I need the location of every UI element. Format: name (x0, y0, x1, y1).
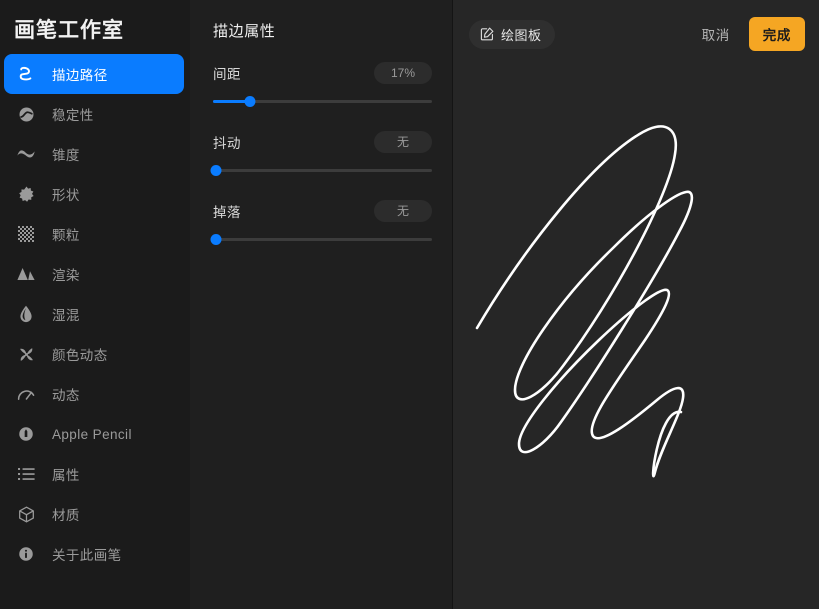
info-circle-icon (14, 542, 38, 566)
sidebar-item-render[interactable]: 渲染 (4, 254, 184, 294)
drawing-board-button[interactable]: 绘图板 (469, 19, 555, 49)
brush-stroke-preview (475, 125, 694, 478)
wet-mix-droplet-icon (14, 302, 38, 326)
stabilization-icon (14, 102, 38, 126)
slider-header: 掉落 无 (213, 199, 432, 223)
slider-thumb[interactable] (244, 96, 256, 107)
sidebar-item-properties[interactable]: 属性 (4, 454, 184, 494)
sidebar-item-shape[interactable]: 形状 (4, 174, 184, 214)
color-dynamics-pinwheel-icon (14, 342, 38, 366)
slider-thumb[interactable] (210, 165, 222, 176)
sidebar-item-about-brush[interactable]: 关于此画笔 (4, 534, 184, 574)
render-mountains-icon (14, 262, 38, 286)
slider-label: 掉落 (213, 205, 241, 220)
slider-thumb[interactable] (210, 234, 222, 245)
sidebar-item-label: 颗粒 (52, 228, 80, 244)
sidebar-item-label: 属性 (52, 468, 80, 484)
drawing-board-label: 绘图板 (501, 27, 542, 43)
properties-panel-title: 描边属性 (213, 23, 276, 40)
brush-preview-canvas[interactable]: 绘图板 取消 完成 (453, 0, 819, 609)
slider-header: 抖动 无 (213, 130, 432, 154)
material-cube-icon (14, 502, 38, 526)
slider-row-jitter: 抖动 无 (210, 130, 432, 177)
sidebar-item-stroke-path[interactable]: 描边路径 (4, 54, 184, 95)
cancel-button[interactable]: 取消 (692, 18, 740, 50)
canvas-toolbar: 绘图板 取消 完成 (453, 0, 819, 68)
sidebar: 画笔工作室 描边路径 稳定性 锥度 形状 颗粒 渲染 湿混 颜色动态 动态 Ap… (0, 0, 190, 609)
sidebar-item-label: Apple Pencil (52, 426, 132, 442)
slider-value-badge: 无 (374, 131, 432, 153)
slider-spacing[interactable] (213, 96, 432, 108)
sidebar-item-label: 渲染 (52, 268, 80, 284)
slider-track (213, 238, 432, 241)
sidebar-item-label: 湿混 (52, 308, 80, 324)
sidebar-item-label: 形状 (52, 188, 80, 204)
sidebar-item-material[interactable]: 材质 (4, 494, 184, 534)
sidebar-item-label: 关于此画笔 (52, 548, 122, 564)
slider-jitter[interactable] (210, 165, 432, 177)
sidebar-item-label: 颜色动态 (52, 348, 108, 364)
slider-header: 间距 17% (213, 61, 432, 85)
shape-star-icon (14, 182, 38, 206)
sidebar-nav-list: 描边路径 稳定性 锥度 形状 颗粒 渲染 湿混 颜色动态 动态 Apple Pe… (0, 54, 190, 574)
sidebar-item-label: 锥度 (52, 148, 80, 164)
slider-row-spacing: 间距 17% (213, 61, 432, 108)
sidebar-item-grain[interactable]: 颗粒 (4, 214, 184, 254)
page-title: 画笔工作室 (14, 19, 124, 42)
slider-row-fall-off: 掉落 无 (210, 199, 432, 246)
sidebar-item-dynamics[interactable]: 动态 (4, 374, 184, 414)
taper-wave-icon (14, 142, 38, 166)
properties-list-icon (14, 462, 38, 486)
apple-pencil-icon (14, 422, 38, 446)
sidebar-item-label: 描边路径 (52, 68, 108, 84)
slider-label: 抖动 (213, 136, 241, 151)
sidebar-item-color-dynamics[interactable]: 颜色动态 (4, 334, 184, 374)
stroke-properties-panel: 描边属性 间距 17% 抖动 无 掉落 无 (190, 0, 453, 609)
sidebar-item-taper[interactable]: 锥度 (4, 134, 184, 174)
done-button[interactable]: 完成 (748, 17, 805, 51)
grain-dots-icon (14, 222, 38, 246)
slider-track (213, 169, 432, 172)
slider-fall-off[interactable] (210, 234, 432, 246)
sidebar-item-label: 动态 (52, 388, 80, 404)
stroke-path-icon (14, 62, 38, 86)
sidebar-item-label: 稳定性 (52, 108, 94, 124)
sidebar-item-apple-pencil[interactable]: Apple Pencil (4, 414, 184, 454)
compose-square-pencil-icon (480, 27, 494, 41)
slider-value-badge: 无 (374, 200, 432, 222)
slider-label: 间距 (213, 67, 241, 82)
sidebar-item-stabilization[interactable]: 稳定性 (4, 94, 184, 134)
slider-value-badge: 17% (374, 62, 432, 84)
sidebar-item-label: 材质 (52, 508, 80, 524)
sidebar-item-wet-mix[interactable]: 湿混 (4, 294, 184, 334)
dynamics-gauge-icon (14, 382, 38, 406)
brush-studio-window: 画笔工作室 描边路径 稳定性 锥度 形状 颗粒 渲染 湿混 颜色动态 动态 Ap… (0, 0, 819, 609)
